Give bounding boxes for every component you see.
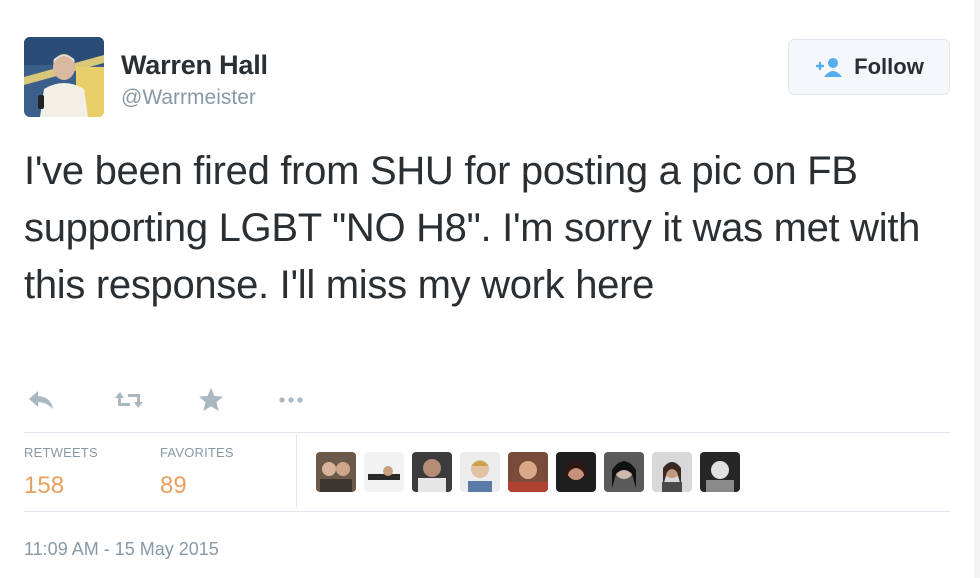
favorites-label: FAVORITES: [160, 445, 234, 460]
tweet-text: I've been fired from SHU for posting a p…: [24, 149, 921, 307]
reply-button[interactable]: [26, 386, 56, 414]
favoriter-avatar[interactable]: [316, 452, 356, 492]
retweet-icon: [115, 392, 143, 408]
favoriter-avatar[interactable]: [460, 452, 500, 492]
divider-bottom: [24, 511, 950, 512]
reply-icon: [29, 391, 53, 409]
favorite-button[interactable]: [196, 386, 226, 414]
divider-top: [24, 432, 950, 433]
favoriter-avatar[interactable]: [412, 452, 452, 492]
stats-separator: [296, 434, 297, 508]
tweet-stats: RETWEETS 158 FAVORITES 89: [24, 445, 298, 500]
more-button[interactable]: [276, 386, 306, 414]
avatar[interactable]: [24, 37, 104, 117]
favoriter-avatar[interactable]: [604, 452, 644, 492]
favoriters-avatars: [316, 452, 740, 492]
favoriter-avatar[interactable]: [364, 452, 404, 492]
favoriter-avatar[interactable]: [556, 452, 596, 492]
retweets-stat[interactable]: RETWEETS 158: [24, 445, 160, 500]
favoriter-avatar[interactable]: [508, 452, 548, 492]
follow-label: Follow: [854, 54, 924, 79]
retweets-label: RETWEETS: [24, 445, 98, 460]
favoriter-avatar[interactable]: [700, 452, 740, 492]
right-edge: [974, 0, 980, 578]
star-icon: [199, 388, 223, 411]
user-handle[interactable]: @Warrmeister: [121, 86, 256, 110]
favorites-count: 89: [160, 472, 187, 499]
favoriter-avatar[interactable]: [652, 452, 692, 492]
more-dots-icon: [279, 397, 303, 403]
tweet-actions: [26, 386, 306, 414]
user-name[interactable]: Warren Hall: [121, 50, 268, 81]
follow-button[interactable]: Follow: [788, 39, 950, 95]
retweets-count: 158: [24, 472, 65, 499]
retweet-button[interactable]: [112, 386, 146, 414]
favorites-stat[interactable]: FAVORITES 89: [160, 445, 298, 500]
add-user-icon: [814, 57, 844, 77]
tweet-timestamp[interactable]: 11:09 AM - 15 May 2015: [24, 539, 219, 560]
